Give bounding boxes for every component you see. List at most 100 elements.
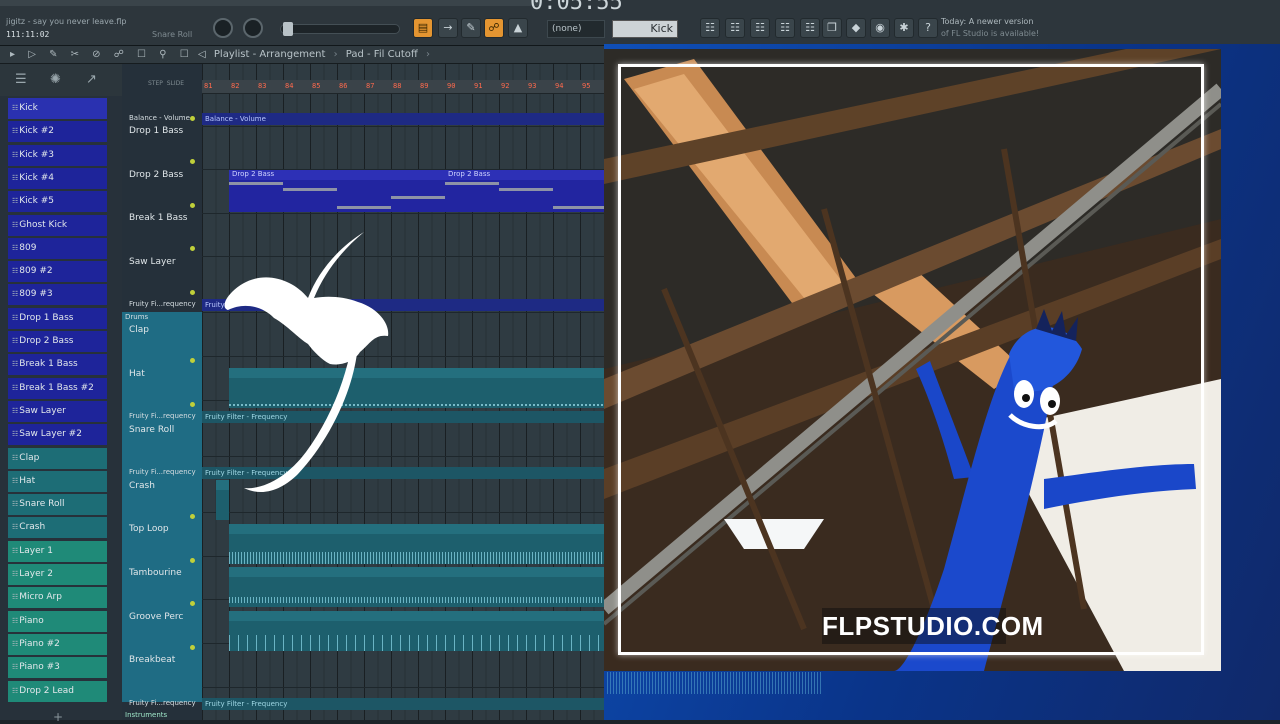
clip-drop2-bass[interactable]: Drop 2 Bass [445, 170, 604, 212]
track-auto-filter[interactable]: Fruity Fi...requency [129, 468, 196, 476]
snap-select[interactable]: (none) [547, 20, 605, 38]
news-panel[interactable]: Today: A newer version of FL Studio is a… [941, 16, 1039, 40]
clip-label: Groove Perc [231, 611, 274, 619]
group-instruments[interactable]: Instruments [125, 711, 167, 719]
track-auto-balance[interactable]: Balance - Volume [129, 114, 190, 122]
channel-item[interactable]: Drop 2 Bass [8, 331, 107, 352]
track-crash[interactable]: Crash [129, 481, 155, 491]
track-hat[interactable]: Hat [129, 369, 145, 379]
speaker-icon[interactable]: ◁ [198, 49, 206, 60]
channel-item[interactable]: Kick #2 [8, 121, 107, 143]
copy-icon[interactable]: ❐ [822, 18, 842, 38]
master-slider[interactable] [280, 22, 400, 36]
menu-bar[interactable] [0, 0, 540, 6]
pattern-picker: ☰ ✺ ↗ KickKick #2Kick #3Kick #4Kick #5Gh… [0, 64, 122, 724]
track-toploop[interactable]: Top Loop [129, 524, 169, 534]
track-dot[interactable] [190, 558, 195, 563]
track-breakbeat[interactable]: Breakbeat [129, 655, 175, 665]
breadcrumb-target[interactable]: Pad - Fil Cutoff [346, 49, 418, 60]
track-auto-filter[interactable]: Fruity Fi...requency [129, 300, 196, 308]
piano-roll-icon[interactable]: ☷ [750, 18, 770, 38]
track-dot[interactable] [190, 116, 195, 121]
track-dot[interactable] [190, 290, 195, 295]
channel-item[interactable]: Layer 2 [8, 564, 107, 585]
channel-item[interactable]: Crash [8, 517, 107, 539]
channel-item[interactable]: Kick [8, 98, 107, 119]
track-dot[interactable] [190, 645, 195, 650]
channel-item[interactable]: Kick #5 [8, 191, 107, 213]
track-dot[interactable] [190, 514, 195, 519]
track-groove[interactable]: Groove Perc [129, 612, 183, 622]
picker-audio-icon[interactable]: ✺ [50, 72, 61, 87]
cpu-icon[interactable]: ◉ [870, 18, 890, 38]
track-tambourine[interactable]: Tambourine [129, 568, 182, 578]
channel-item[interactable]: Piano [8, 610, 107, 632]
channel-item[interactable]: Kick #3 [8, 144, 107, 166]
clip-drop2-bass[interactable]: Drop 2 Bass [229, 170, 445, 212]
master-volume-knob[interactable] [213, 18, 233, 38]
link-icon[interactable]: ☍ [484, 18, 504, 38]
channel-item[interactable]: Drop 1 Bass [8, 307, 107, 329]
group-drums[interactable]: Drums [125, 313, 148, 321]
channel-item[interactable]: 809 [8, 237, 107, 259]
track-headers: STEP SLIDE Balance - Volume Drop 1 Bass … [122, 64, 202, 720]
breadcrumb-playlist[interactable]: Playlist - Arrangement [214, 49, 326, 60]
track-dot[interactable] [190, 159, 195, 164]
track-break1[interactable]: Break 1 Bass [129, 213, 187, 223]
clip-tambourine[interactable]: Tamb..124.0 Tamb..124.0 Tamb..124.0 Tamb… [229, 567, 604, 607]
mixer-icon[interactable]: ☷ [700, 18, 720, 38]
channel-item[interactable]: Piano #2 [8, 633, 107, 655]
track-auto-filter[interactable]: Fruity Fi...requency [129, 699, 196, 707]
channel-item[interactable]: Ghost Kick [8, 214, 107, 236]
channel-item[interactable]: Snare Roll [8, 494, 107, 516]
arrow-right-icon[interactable]: → [438, 18, 458, 38]
plugin-icon[interactable]: ◆ [846, 18, 866, 38]
pencil-icon[interactable]: ✎ [461, 18, 481, 38]
clip-filter-frequency[interactable]: Fruity Filter - Frequency [202, 698, 604, 710]
channel-item[interactable]: Drop 2 Lead [8, 680, 107, 702]
track-auto-filter[interactable]: Fruity Fi...requency [129, 412, 196, 420]
pattern-selector[interactable]: Kick [612, 20, 678, 38]
clip-groove-perc[interactable]: Groove Perc Groove Perc Groove Perc Groo… [229, 611, 604, 651]
channel-item[interactable]: Break 1 Bass [8, 354, 107, 376]
picker-automation-icon[interactable]: ↗ [86, 72, 97, 87]
browser-icon[interactable]: ☷ [800, 18, 820, 38]
clip-balance-volume[interactable]: Balance - Volume [202, 113, 604, 125]
playlist-icon[interactable]: ☷ [775, 18, 795, 38]
track-drop1[interactable]: Drop 1 Bass [129, 126, 183, 136]
track-dot[interactable] [190, 601, 195, 606]
track-clap[interactable]: Clap [129, 325, 149, 335]
pattern-song-toggle[interactable]: ▤ [413, 18, 433, 38]
playlist-tools[interactable]: ▸ ▷ ✎ ✂ ⊘ ☍ ☐ ⚲ ☐ [10, 49, 194, 60]
channel-item[interactable]: Clap [8, 447, 107, 469]
add-pattern-icon[interactable]: + [53, 710, 63, 724]
channel-item[interactable]: Piano #3 [8, 657, 107, 679]
channel-item[interactable]: 809 #2 [8, 261, 107, 283]
picker-patterns-icon[interactable]: ☰ [15, 72, 27, 87]
channel-item[interactable]: Break 1 Bass #2 [8, 377, 107, 399]
track-saw[interactable]: Saw Layer [129, 257, 176, 267]
metronome-icon[interactable]: ▲ [508, 18, 528, 38]
clip-top-loop[interactable]: Top Loop Top Loop Top Loop Top Loop Top … [229, 524, 604, 564]
track-dot[interactable] [190, 402, 195, 407]
channel-item[interactable]: Kick #4 [8, 167, 107, 189]
track-drop2[interactable]: Drop 2 Bass [129, 170, 183, 180]
channel-item[interactable]: Layer 1 [8, 540, 107, 562]
track-dot[interactable] [190, 246, 195, 251]
channel-item[interactable]: 809 #3 [8, 284, 107, 306]
step-label: STEP [148, 80, 163, 87]
track-dot[interactable] [190, 358, 195, 363]
channel-rack-icon[interactable]: ☷ [725, 18, 745, 38]
timeline-ruler[interactable]: 81 82 83 84 85 86 87 88 89 90 91 92 93 94 95 [202, 80, 604, 94]
slider-thumb[interactable] [283, 22, 293, 36]
track-snare[interactable]: Snare Roll [129, 425, 174, 435]
channel-item[interactable]: Saw Layer #2 [8, 424, 107, 446]
help-icon[interactable]: ? [918, 18, 938, 38]
channel-item[interactable]: Hat [8, 470, 107, 492]
channel-item[interactable]: Saw Layer [8, 400, 107, 422]
project-name: jigitz - say you never leave.flp [6, 17, 127, 26]
master-pitch-knob[interactable] [243, 18, 263, 38]
tool-icon[interactable]: ✱ [894, 18, 914, 38]
track-dot[interactable] [190, 203, 195, 208]
channel-item[interactable]: Micro Arp [8, 587, 107, 609]
